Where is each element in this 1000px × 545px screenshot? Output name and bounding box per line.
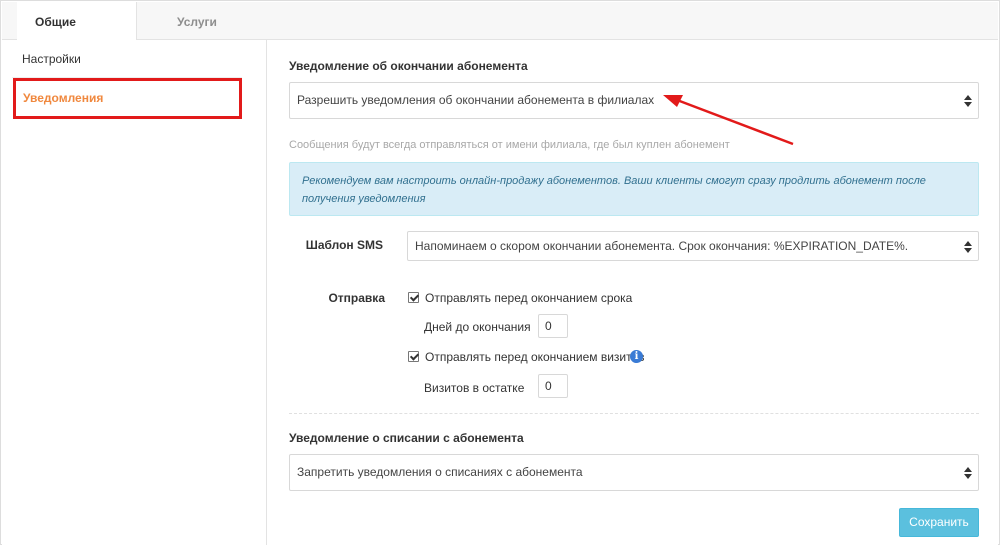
expiry-notification-select[interactable]: Разрешить уведомления об окончании абоне… <box>289 82 979 119</box>
main-panel: Уведомление об окончании абонемента Разр… <box>267 40 998 545</box>
sort-caret-icon <box>964 95 972 107</box>
visits-left-label: Визитов в остатке <box>424 381 525 395</box>
before-expiry-label: Отправлять перед окончанием срока <box>425 291 633 305</box>
writeoff-notification-select-value: Запретить уведомления о списаниях с абон… <box>297 465 583 479</box>
save-button[interactable]: Сохранить <box>899 508 979 537</box>
sort-caret-icon <box>964 241 972 253</box>
sms-template-label: Шаблон SMS <box>305 238 383 252</box>
sending-label: Отправка <box>328 291 385 305</box>
days-before-label: Дней до окончания <box>424 320 531 334</box>
sms-template-select[interactable]: Напоминаем о скором окончании абонемента… <box>407 231 979 261</box>
expiry-section-title: Уведомление об окончании абонемента <box>289 59 528 73</box>
sidebar-item-notifications[interactable]: Уведомления <box>13 78 242 119</box>
checkbox-checked-icon[interactable] <box>408 351 419 362</box>
writeoff-section-title: Уведомление о списании с абонемента <box>289 431 524 445</box>
tab-services[interactable]: Услуги <box>177 2 217 40</box>
sidebar-item-settings[interactable]: Настройки <box>12 40 242 78</box>
sort-caret-icon <box>964 467 972 479</box>
sidebar: Настройки Уведомления <box>2 40 267 545</box>
online-sales-alert: Рекомендуем вам настроить онлайн-продажу… <box>289 162 979 216</box>
before-visits-label: Отправлять перед окончанием визитов <box>425 350 645 364</box>
writeoff-notification-select[interactable]: Запретить уведомления о списаниях с абон… <box>289 454 979 491</box>
settings-window: Общие настройки Услуги Настройки Уведомл… <box>0 0 1000 545</box>
expiry-hint-text: Сообщения будут всегда отправляться от и… <box>289 139 730 151</box>
visits-left-input[interactable]: 0 <box>538 374 568 398</box>
expiry-notification-select-value: Разрешить уведомления об окончании абоне… <box>297 93 655 107</box>
section-divider <box>289 413 979 414</box>
days-before-input[interactable]: 0 <box>538 314 568 338</box>
checkbox-checked-icon[interactable] <box>408 292 419 303</box>
info-icon[interactable]: i <box>630 350 643 363</box>
tab-bar: Общие настройки Услуги <box>2 2 998 69</box>
tab-general-settings[interactable]: Общие настройки <box>17 2 137 69</box>
sms-template-value: Напоминаем о скором окончании абонемента… <box>415 239 909 253</box>
